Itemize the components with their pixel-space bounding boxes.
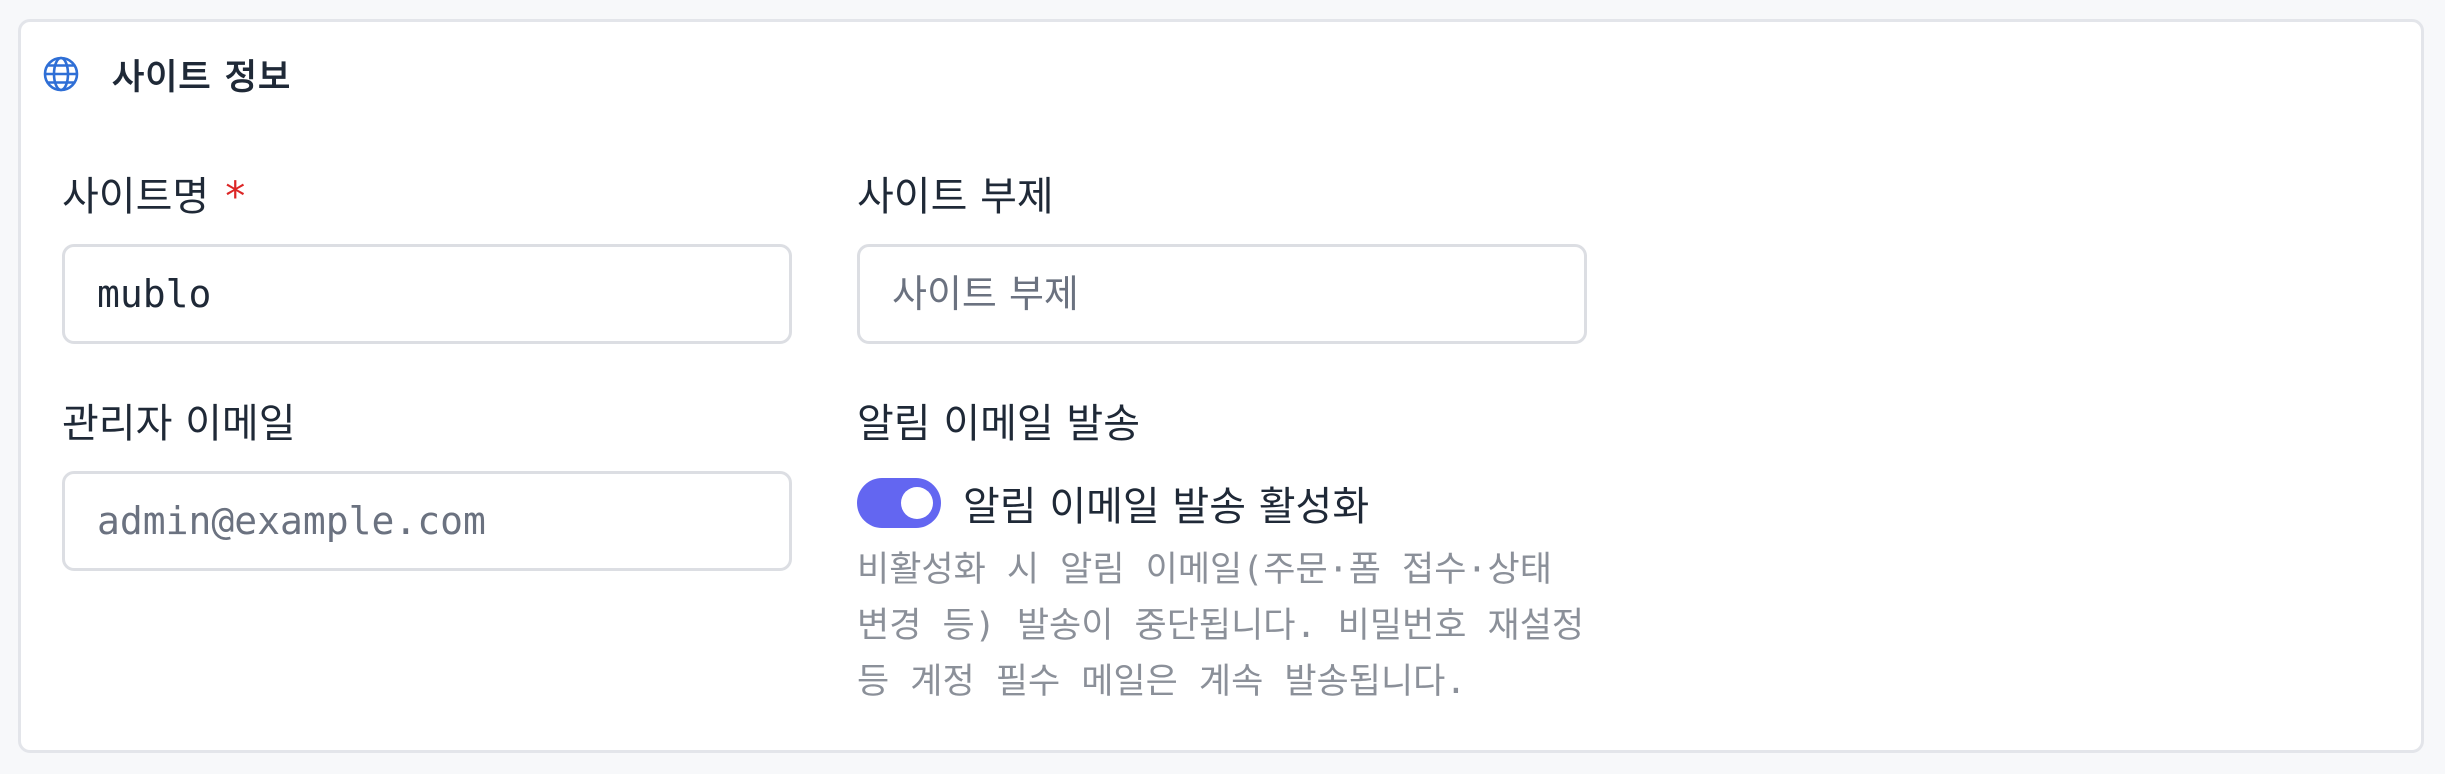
admin-email-label: 관리자 이메일 xyxy=(62,401,296,447)
notification-email-label: 알림 이메일 발송 xyxy=(857,401,1141,447)
toggle-knob xyxy=(901,487,933,519)
section-title: 사이트 정보 xyxy=(112,57,292,98)
notification-help-text: 비활성화 시 알림 이메일(주문·폼 접수·상태 변경 등) 발송이 중단됩니다… xyxy=(857,550,1585,702)
notification-toggle-row: 알림 이메일 발송 활성화 xyxy=(857,475,1369,531)
notification-toggle-label[interactable]: 알림 이메일 발송 활성화 xyxy=(963,474,1369,532)
site-subtitle-label: 사이트 부제 xyxy=(857,174,1054,220)
site-subtitle-input[interactable] xyxy=(857,244,1587,344)
globe-icon xyxy=(42,55,80,93)
section-header: 사이트 정보 xyxy=(42,48,291,100)
site-name-input[interactable] xyxy=(62,244,792,344)
site-name-label-text: 사이트명 xyxy=(62,174,210,220)
notification-email-toggle[interactable] xyxy=(857,478,941,528)
admin-email-input[interactable] xyxy=(62,471,792,571)
required-star: * xyxy=(225,174,246,220)
site-name-label: 사이트명 * xyxy=(62,164,245,222)
